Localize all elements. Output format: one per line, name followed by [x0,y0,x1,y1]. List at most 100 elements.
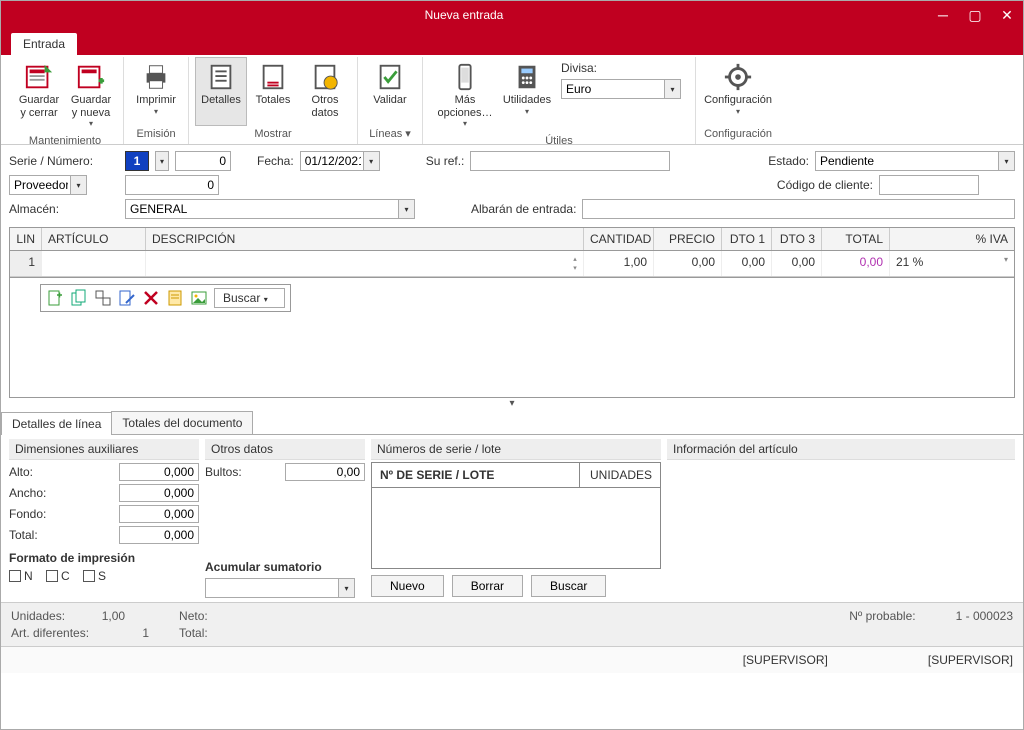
n-probable-value: 1 - 000023 [956,609,1013,640]
n-probable-label: Nº probable: [849,609,915,640]
serial-borrar-button[interactable]: Borrar [452,575,523,597]
cell-iva[interactable]: 21 %▾ [890,251,1014,276]
col-dto1: DTO 1 [722,228,772,250]
group-config-label: Configuración [702,126,774,144]
col-lin: LIN [10,228,42,250]
guardar-nueva-button[interactable]: Guardar y nueva▾ [65,57,117,133]
proveedor-label-combo[interactable]: ▾ [9,175,87,195]
dropdown-arrow-icon[interactable]: ▾ [998,152,1014,170]
otros-datos-button[interactable]: Otros datos [299,57,351,126]
serie-field[interactable]: 1 [125,151,149,171]
copy-line-icon[interactable] [70,289,88,307]
estado-field[interactable]: ▾ [815,151,1015,171]
acumular-select[interactable]: ▾ [205,578,355,598]
imprimir-button[interactable]: Imprimir▾ [130,57,182,126]
cell-dto3[interactable]: 0,00 [772,251,822,276]
grid-row[interactable]: 1 ▴▾ 1,00 0,00 0,00 0,00 0,00 21 %▾ [10,251,1014,277]
cell-lin: 1 [10,251,42,276]
footer-total-label: Total: [179,626,208,640]
serie-dropdown[interactable]: ▾ [155,151,169,171]
chk-s[interactable]: S [83,569,106,583]
panel-serial: Números de serie / lote Nº DE SERIE / LO… [371,439,661,598]
chk-n[interactable]: N [9,569,33,583]
maximize-button[interactable]: ▢ [959,1,991,29]
guardar-cerrar-button[interactable]: Guardar y cerrar [13,57,65,133]
dropdown-arrow-icon[interactable]: ▾ [338,579,354,597]
details-icon [206,62,236,92]
grid-toolbar: Buscar ▾ [40,284,291,312]
note-icon[interactable] [166,289,184,307]
delete-line-icon[interactable] [142,289,160,307]
serial-table: Nº DE SERIE / LOTE UNIDADES [371,462,661,569]
phone-icon [450,62,480,92]
bultos-field[interactable] [285,463,365,481]
serial-body[interactable] [372,488,660,568]
tab-totales-doc[interactable]: Totales del documento [111,411,253,434]
gear-icon [723,62,753,92]
art-dif-label: Art. diferentes: [11,626,89,640]
divisa-group: Divisa: ▾ [553,57,689,133]
divisa-input[interactable] [561,79,681,99]
cell-descripcion[interactable]: ▴▾ [146,251,584,276]
dropdown-arrow-icon[interactable]: ▾ [398,200,414,218]
cell-precio[interactable]: 0,00 [654,251,722,276]
validate-icon [375,62,405,92]
mas-opciones-button[interactable]: Más opciones…▾ [429,57,501,133]
duplicate-icon[interactable] [94,289,112,307]
titlebar: Nueva entrada ─ ▢ ✕ [1,1,1023,29]
dim-total-field[interactable] [119,526,199,544]
buscar-button[interactable]: Buscar ▾ [214,288,285,308]
detalles-button[interactable]: Detalles [195,57,247,126]
albaran-field[interactable] [582,199,1015,219]
numero-field[interactable] [175,151,231,171]
totales-button[interactable]: Totales [247,57,299,126]
fondo-field[interactable] [119,505,199,523]
chk-c[interactable]: C [46,569,70,583]
proveedor-field[interactable] [125,175,219,195]
tab-entrada[interactable]: Entrada [11,33,77,55]
dim-total-label: Total: [9,528,38,542]
cell-articulo[interactable] [42,251,146,276]
fecha-field[interactable]: ▾ [300,151,380,171]
close-button[interactable]: ✕ [991,1,1023,29]
form-area: Serie / Número: 1 ▾ Fecha: ▾ Su ref.: Es… [1,145,1023,227]
validar-button[interactable]: Validar [364,57,416,125]
panel-info-articulo: Información del artículo [667,439,1015,598]
group-lineas-label: Líneas ▾ [364,125,416,144]
grid-header: LIN ARTÍCULO DESCRIPCIÓN CANTIDAD PRECIO… [10,228,1014,251]
dropdown-arrow-icon[interactable]: ▾ [664,80,680,98]
codigo-cliente-field[interactable] [879,175,979,195]
cell-total[interactable]: 0,00 [822,251,890,276]
status-user1: [SUPERVISOR] [743,653,828,667]
group-mostrar-label: Mostrar [195,126,351,144]
col-descripcion: DESCRIPCIÓN [146,228,584,250]
serial-nuevo-button[interactable]: Nuevo [371,575,444,597]
status-user2: [SUPERVISOR] [928,653,1013,667]
cell-dto1[interactable]: 0,00 [722,251,772,276]
alto-field[interactable] [119,463,199,481]
serial-buscar-button[interactable]: Buscar [531,575,606,597]
ancho-field[interactable] [119,484,199,502]
su-ref-field[interactable] [470,151,670,171]
edit-line-icon[interactable] [118,289,136,307]
collapse-toggle[interactable]: ▾ [1,398,1023,409]
totals-icon [258,62,288,92]
group-utiles-label: Útiles [429,133,689,151]
tab-detalles-linea[interactable]: Detalles de línea [1,412,112,435]
almacen-field[interactable]: ▾ [125,199,415,219]
minimize-button[interactable]: ─ [927,1,959,29]
new-line-icon[interactable] [46,289,64,307]
dropdown-arrow-icon[interactable]: ▾ [363,152,379,170]
save-new-icon [76,62,106,92]
image-icon[interactable] [190,289,208,307]
col-iva: % IVA [890,228,1014,250]
divisa-select[interactable]: ▾ [561,79,681,99]
almacen-label: Almacén: [9,202,119,216]
ribbon-tab-strip: Entrada [1,29,1023,55]
dropdown-arrow-icon[interactable]: ▾ [70,176,86,194]
group-mantenimiento-label: Mantenimiento [13,133,117,151]
cell-cantidad[interactable]: 1,00 [584,251,654,276]
configuracion-button[interactable]: Configuración▾ [702,57,774,126]
utilidades-button[interactable]: Utilidades▾ [501,57,553,133]
grid-empty-area: Buscar ▾ [9,278,1015,398]
